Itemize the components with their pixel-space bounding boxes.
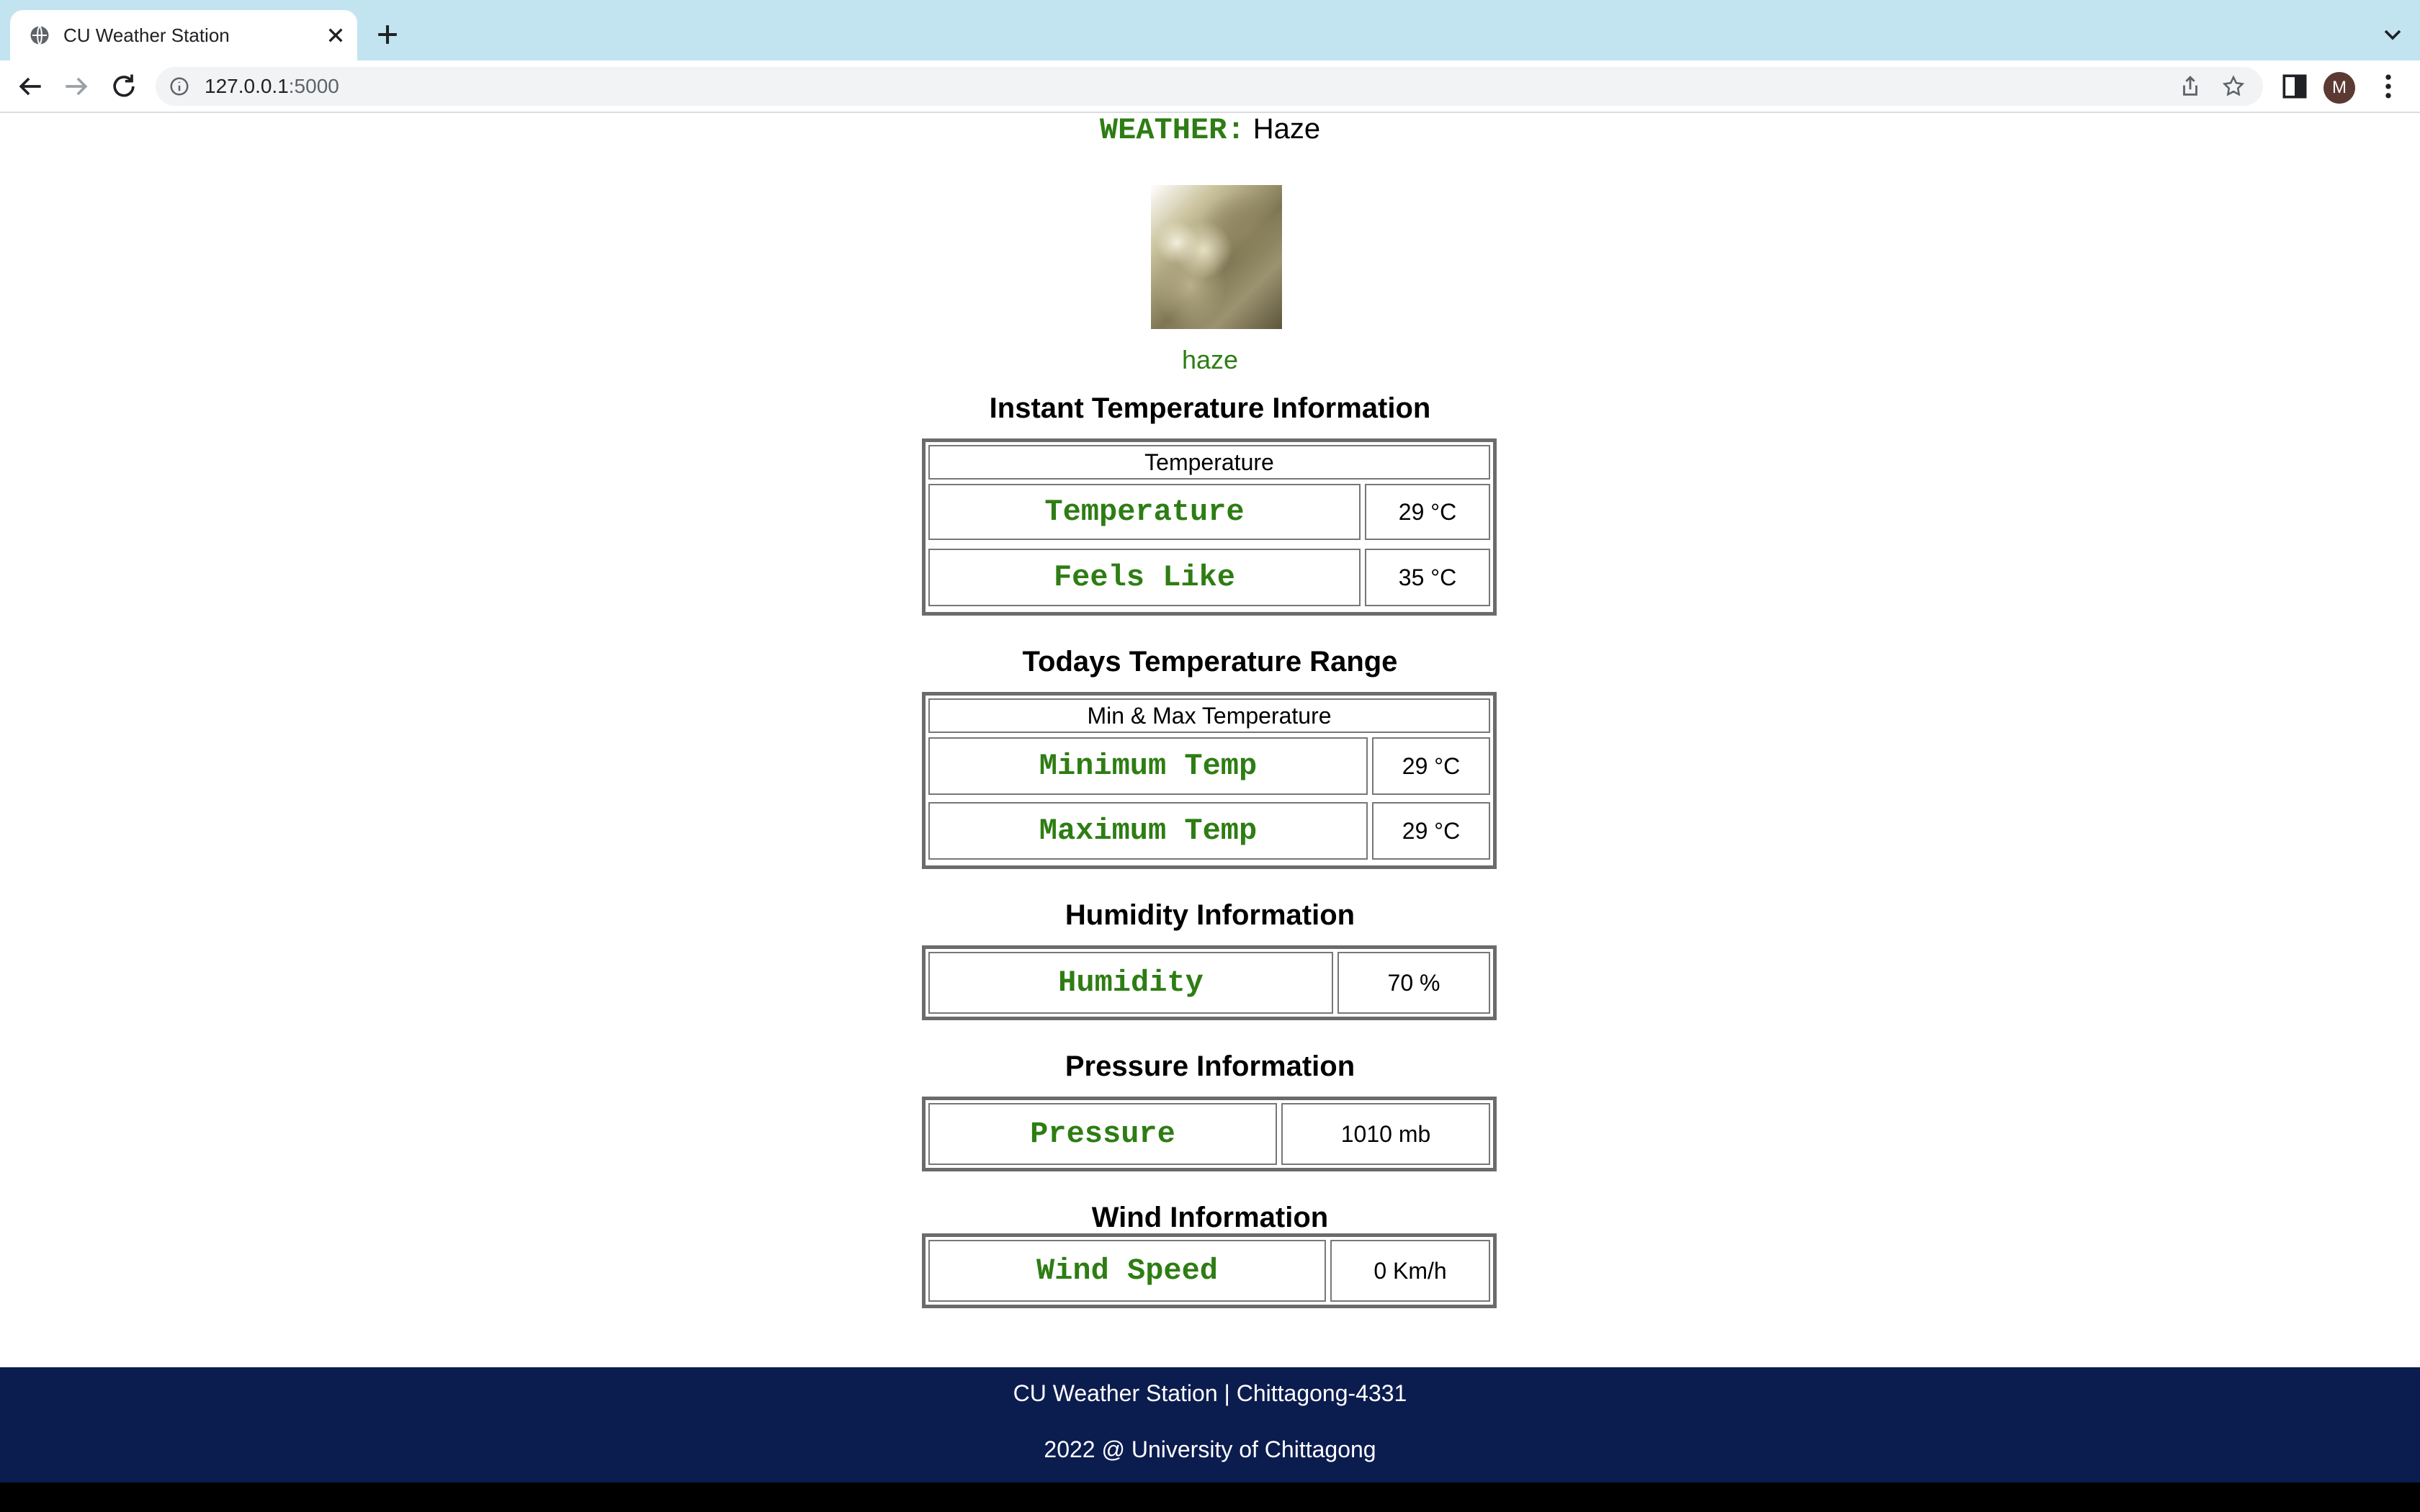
forward-arrow-icon[interactable] (60, 71, 92, 102)
haze-weather-icon (1151, 185, 1282, 329)
weather-heading: WEATHER: Haze (0, 113, 2420, 148)
url-text: 127.0.0.1:5000 (205, 67, 339, 106)
weather-description: haze (1181, 345, 1239, 374)
temperature-range-caption: Min & Max Temperature (928, 698, 1490, 733)
reload-icon[interactable] (108, 71, 140, 102)
instant-temperature-title: Instant Temperature Information (989, 392, 1431, 424)
wind-title: Wind Information (1091, 1202, 1329, 1233)
page-content: WEATHER: Haze haze Instant Temperature I… (0, 113, 2420, 1512)
footer-copyright-line: 2022 @ University of Chittagong (1044, 1436, 1376, 1462)
info-icon[interactable] (169, 76, 190, 97)
wind-speed-label: Wind Speed (928, 1240, 1326, 1302)
url-port: :5000 (288, 75, 339, 97)
bottom-bar (0, 1482, 2420, 1512)
minimum-temp-value: 29 °C (1372, 737, 1490, 795)
instant-temperature-table: Temperature Temperature 29 °C Feels Like… (922, 438, 1497, 616)
back-arrow-icon[interactable] (14, 71, 46, 102)
feels-like-value: 35 °C (1365, 549, 1490, 606)
close-tab-icon[interactable] (321, 21, 350, 50)
temperature-range-table: Min & Max Temperature Minimum Temp 29 °C… (922, 692, 1497, 869)
new-tab-icon[interactable] (372, 19, 403, 50)
chevron-down-icon[interactable] (2378, 20, 2407, 49)
wind-table: Wind Speed 0 Km/h (922, 1233, 1497, 1308)
temperature-value: 29 °C (1365, 484, 1490, 540)
tab-title: CU Weather Station (63, 24, 230, 46)
globe-icon (30, 25, 49, 45)
address-bar[interactable]: 127.0.0.1:5000 (156, 67, 2263, 106)
profile-avatar[interactable]: M (2323, 72, 2355, 104)
pressure-title: Pressure Information (1065, 1050, 1355, 1082)
share-icon[interactable] (2178, 74, 2202, 99)
minimum-temp-label: Minimum Temp (928, 737, 1368, 795)
humidity-table: Humidity 70 % (922, 945, 1497, 1020)
temperature-label: Temperature (928, 484, 1361, 540)
bookmark-star-icon[interactable] (2221, 74, 2246, 99)
feels-like-label: Feels Like (928, 549, 1361, 606)
browser-toolbar: 127.0.0.1:5000 M (0, 60, 2420, 113)
wind-speed-value: 0 Km/h (1330, 1240, 1490, 1302)
pressure-table: Pressure 1010 mb (922, 1097, 1497, 1171)
maximum-temp-value: 29 °C (1372, 802, 1490, 860)
humidity-title: Humidity Information (1065, 899, 1355, 931)
weather-label: WEATHER: (1099, 113, 1245, 148)
browser-tab-strip: CU Weather Station (0, 0, 2420, 60)
browser-tab[interactable]: CU Weather Station (10, 10, 357, 60)
pressure-label: Pressure (928, 1103, 1277, 1165)
instant-temperature-caption: Temperature (928, 445, 1490, 480)
humidity-value: 70 % (1337, 952, 1490, 1014)
weather-value: Haze (1252, 113, 1321, 145)
humidity-label: Humidity (928, 952, 1333, 1014)
footer-station-line: CU Weather Station | Chittagong-4331 (1013, 1380, 1407, 1406)
more-menu-icon[interactable] (2372, 71, 2404, 102)
side-panel-icon[interactable] (2279, 71, 2311, 102)
pressure-value: 1010 mb (1281, 1103, 1490, 1165)
maximum-temp-label: Maximum Temp (928, 802, 1368, 860)
url-host: 127.0.0.1 (205, 75, 289, 97)
temperature-range-title: Todays Temperature Range (1022, 646, 1398, 678)
page-footer: CU Weather Station | Chittagong-4331 202… (0, 1367, 2420, 1482)
